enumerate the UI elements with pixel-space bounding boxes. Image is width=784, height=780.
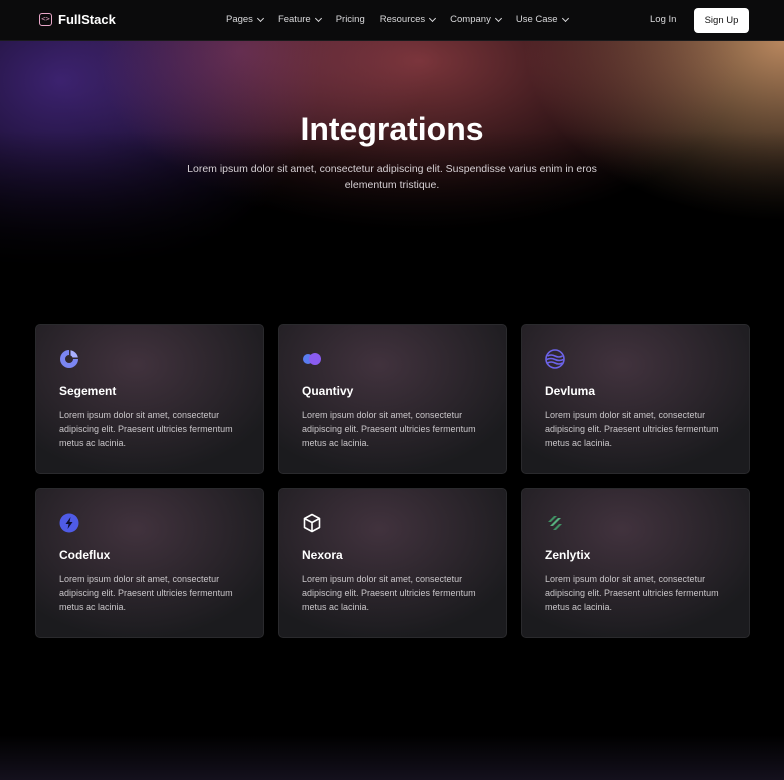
card-description: Lorem ipsum dolor sit amet, consectetur … bbox=[59, 410, 233, 448]
card-description: Lorem ipsum dolor sit amet, consectetur … bbox=[302, 574, 476, 612]
card-description: Lorem ipsum dolor sit amet, consectetur … bbox=[545, 410, 719, 448]
nav-item-use-case[interactable]: Use Case bbox=[515, 14, 569, 25]
integration-card-zenlytix[interactable]: Zenlytix Lorem ipsum dolor sit amet, con… bbox=[521, 488, 750, 638]
nav-item-label: Pages bbox=[226, 14, 253, 25]
zenlytix-logo-icon bbox=[548, 516, 562, 530]
nav-item-company[interactable]: Company bbox=[450, 14, 502, 25]
chevron-down-icon bbox=[494, 14, 502, 22]
card-title: Segement bbox=[59, 384, 117, 398]
card-title: Nexora bbox=[302, 548, 343, 562]
card-title: Codeflux bbox=[59, 548, 111, 562]
chevron-down-icon bbox=[561, 14, 569, 22]
nav-item-label: Feature bbox=[277, 14, 311, 25]
code-brackets-icon: <> bbox=[39, 13, 52, 26]
top-navbar: <> FullStack Pages Feature Pricing Resou… bbox=[0, 0, 784, 41]
card-title: Devluma bbox=[545, 384, 596, 398]
chevron-down-icon bbox=[256, 14, 264, 22]
signup-button[interactable]: Sign Up bbox=[694, 8, 749, 33]
card-description: Lorem ipsum dolor sit amet, consectetur … bbox=[59, 574, 233, 612]
nav-item-feature[interactable]: Feature bbox=[277, 14, 322, 25]
card-description: Lorem ipsum dolor sit amet, consectetur … bbox=[545, 574, 719, 612]
chevron-down-icon bbox=[429, 14, 437, 22]
hero-section: Integrations Lorem ipsum dolor sit amet,… bbox=[0, 41, 784, 271]
page-title: Integrations bbox=[300, 111, 484, 147]
brand-name: FullStack bbox=[58, 12, 116, 27]
card-description: Lorem ipsum dolor sit amet, consectetur … bbox=[302, 410, 476, 448]
nav-item-label: Use Case bbox=[515, 14, 558, 25]
nexora-logo-icon bbox=[303, 513, 321, 533]
nav-item-resources[interactable]: Resources bbox=[379, 14, 437, 25]
quantivy-logo-icon bbox=[303, 353, 321, 365]
nav-item-label: Company bbox=[450, 14, 491, 25]
devluma-logo-icon bbox=[545, 349, 565, 369]
segement-logo-icon bbox=[60, 350, 78, 368]
login-link[interactable]: Log In bbox=[650, 14, 676, 25]
nav-item-label: Resources bbox=[379, 14, 426, 25]
integration-card-nexora[interactable]: Nexora Lorem ipsum dolor sit amet, conse… bbox=[278, 488, 507, 638]
nav-item-pages[interactable]: Pages bbox=[226, 14, 264, 25]
footer-glow bbox=[0, 735, 784, 780]
card-title: Zenlytix bbox=[545, 548, 591, 562]
brand-logo[interactable]: <> FullStack bbox=[39, 12, 116, 27]
nav-item-label: Pricing bbox=[335, 14, 365, 25]
card-title: Quantivy bbox=[302, 384, 354, 398]
chevron-down-icon bbox=[314, 14, 322, 22]
nav-links: Pages Feature Pricing Resources Company … bbox=[226, 14, 583, 25]
integration-card-codeflux[interactable]: Codeflux Lorem ipsum dolor sit amet, con… bbox=[35, 488, 264, 638]
integrations-grid: Segement Lorem ipsum dolor sit amet, con… bbox=[35, 324, 750, 638]
integration-card-segement[interactable]: Segement Lorem ipsum dolor sit amet, con… bbox=[35, 324, 264, 474]
integration-card-devluma[interactable]: Devluma Lorem ipsum dolor sit amet, cons… bbox=[521, 324, 750, 474]
nav-item-pricing[interactable]: Pricing bbox=[336, 14, 365, 25]
integration-card-quantivy[interactable]: Quantivy Lorem ipsum dolor sit amet, con… bbox=[278, 324, 507, 474]
hero-subtitle: Lorem ipsum dolor sit amet, consectetur … bbox=[187, 163, 597, 191]
codeflux-logo-icon bbox=[59, 513, 79, 533]
